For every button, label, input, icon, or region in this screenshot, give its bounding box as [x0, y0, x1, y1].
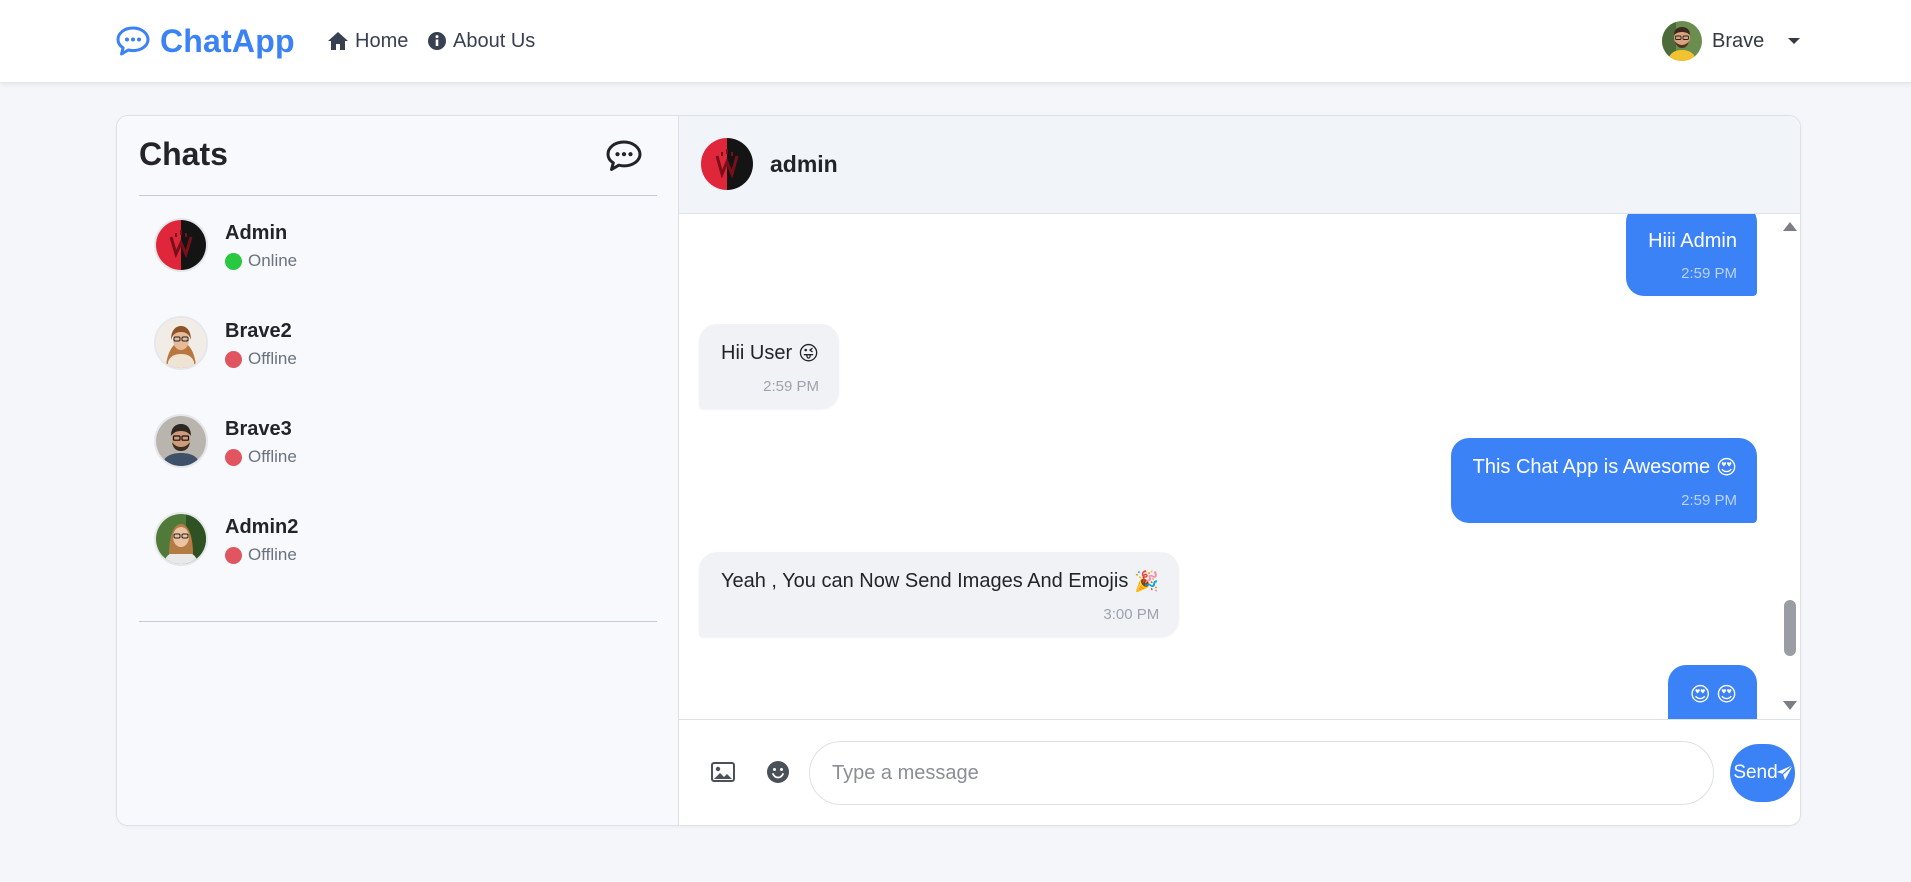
message-composer: Send [679, 719, 1800, 825]
scrollbar-thumb[interactable] [1784, 600, 1796, 656]
image-icon [711, 762, 735, 782]
status-indicator: Offline [225, 349, 297, 369]
message-emoji: 😍 😍 [1689, 684, 1737, 706]
message-received: Hii User 😜 2:59 PM [699, 324, 839, 409]
avatar [154, 414, 208, 468]
avatar [154, 316, 208, 370]
chat-item-brave3[interactable]: Brave3 Offline [139, 397, 657, 485]
status-indicator: Online [225, 251, 297, 271]
status-indicator: Offline [225, 447, 297, 467]
status-label: Offline [248, 545, 297, 564]
status-label: Online [248, 251, 298, 270]
message-sent: Hiii Admin 2:59 PM [1626, 214, 1757, 296]
message-sent: 😍 😍 [1667, 665, 1757, 719]
message-received: Yeah , You can Now Send Images And Emoji… [699, 552, 1180, 637]
chat-item-name: Admin2 [225, 516, 299, 538]
chat-sidebar: Chats Admin Online Brave2 Offline Brave3… [117, 116, 679, 825]
emoji-icon [767, 761, 789, 783]
emoji-picker-button[interactable] [763, 757, 793, 787]
attach-image-button[interactable] [708, 757, 738, 787]
chat-item-name: Brave2 [225, 320, 292, 342]
nav-about-label: About Us [453, 29, 536, 52]
message-time: 3:00 PM [1103, 606, 1160, 623]
chat-title: admin [770, 151, 838, 177]
message-time: 2:59 PM [1681, 492, 1737, 509]
message-time: 2:59 PM [1681, 265, 1737, 282]
nav-home-link[interactable]: Home [327, 28, 408, 54]
scroll-up-arrow-icon[interactable] [1783, 222, 1797, 231]
message-scrollbar[interactable] [1779, 214, 1800, 719]
avatar [154, 218, 208, 272]
nav-about-link[interactable]: About Us [427, 28, 535, 54]
message-input[interactable] [809, 741, 1714, 805]
user-avatar [1662, 21, 1702, 61]
chat-item-name: Brave3 [225, 418, 292, 440]
chat-item-brave2[interactable]: Brave2 Offline [139, 299, 657, 387]
message-list: Hiii Admin 2:59 PM Hii User 😜 2:59 PM Th… [679, 214, 1800, 719]
user-name: Brave [1712, 29, 1765, 52]
info-icon [428, 32, 446, 50]
nav-home-label: Home [355, 29, 409, 52]
status-label: Offline [248, 447, 297, 466]
message-emoji: 🎉 [1134, 571, 1160, 593]
chat-item-admin[interactable]: Admin Online [139, 201, 657, 289]
message-text: Hii User [721, 342, 793, 364]
brand-link[interactable]: ChatApp [115, 20, 295, 62]
user-menu[interactable]: Brave [1662, 20, 1801, 62]
new-chat-icon [606, 140, 642, 171]
chevron-down-icon [1788, 38, 1801, 44]
message-emoji: 😜 [798, 343, 819, 365]
message-emoji: 😍 [1716, 457, 1737, 479]
chat-panel: admin Hiii Admin 2:59 PM Hii User 😜 2:59… [679, 116, 1800, 825]
home-icon [328, 32, 348, 50]
navbar: ChatApp Home About Us Brave [0, 0, 1911, 83]
new-chat-button[interactable] [604, 138, 644, 174]
status-label: Offline [248, 349, 297, 368]
send-button[interactable]: Send [1730, 744, 1795, 802]
status-indicator: Offline [225, 545, 297, 565]
sidebar-title: Chats [139, 136, 228, 172]
offline-dot-icon [225, 448, 242, 466]
message-text: Hiii Admin [1648, 230, 1737, 252]
sidebar-divider [139, 195, 657, 196]
message-time: 2:59 PM [763, 378, 819, 395]
online-dot-icon [225, 252, 242, 270]
offline-dot-icon [225, 546, 242, 564]
chat-header: admin [679, 116, 1800, 214]
message-text: This Chat App is Awesome [1472, 456, 1711, 478]
avatar [701, 138, 753, 190]
brand-name: ChatApp [160, 22, 295, 59]
chat-item-name: Admin [225, 222, 288, 244]
message-text: Yeah , You can Now Send Images And Emoji… [721, 570, 1129, 592]
chat-card: Chats Admin Online Brave2 Offline Brave3… [116, 115, 1801, 826]
scroll-down-arrow-icon[interactable] [1783, 701, 1797, 710]
offline-dot-icon [225, 350, 242, 368]
paper-plane-icon [1776, 764, 1794, 780]
avatar [154, 512, 208, 566]
message-sent: This Chat App is Awesome 😍 2:59 PM [1450, 438, 1757, 523]
chat-bubble-icon [116, 26, 150, 56]
send-label: Send [1733, 762, 1778, 783]
sidebar-divider [139, 621, 657, 622]
chat-item-admin2[interactable]: Admin2 Offline [139, 495, 657, 583]
